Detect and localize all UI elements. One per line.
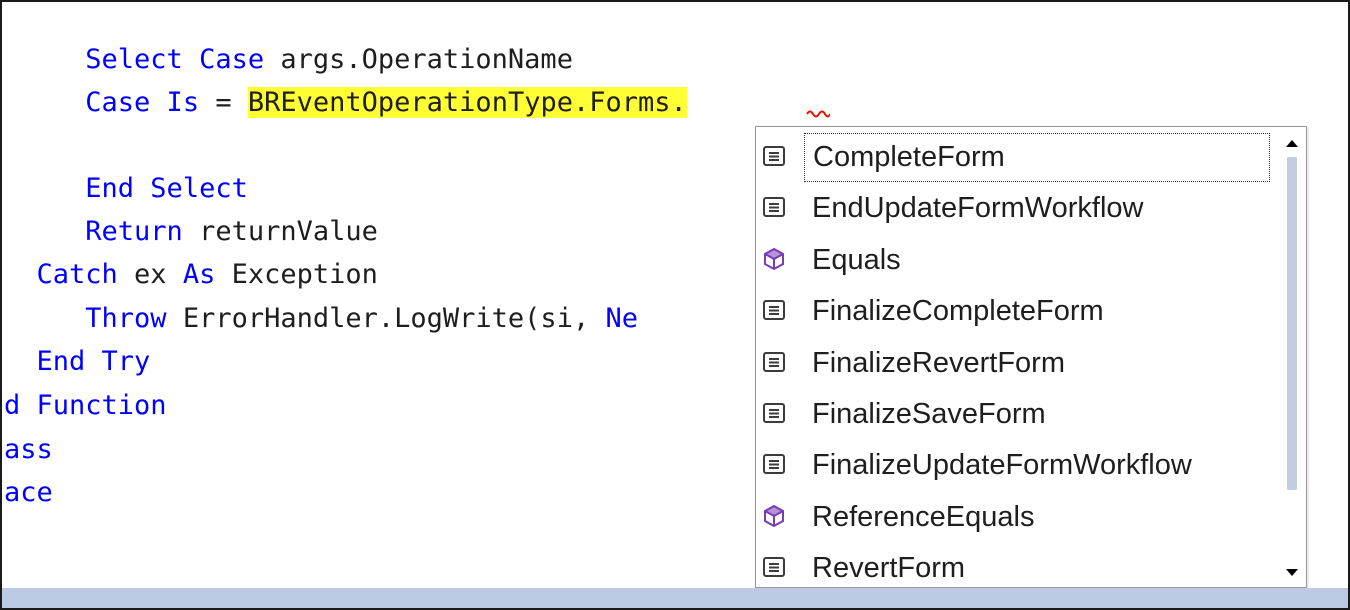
completion-item[interactable]: FinalizeUpdateFormWorkflow (756, 440, 1276, 491)
enum-member-icon (762, 195, 786, 219)
enum-member-icon (762, 401, 786, 425)
completion-item[interactable]: FinalizeSaveForm (756, 389, 1276, 440)
code-line-9[interactable]: d Function (4, 386, 167, 426)
code-token: ex (117, 259, 183, 290)
completion-item-label: CompleteForm (804, 133, 1270, 182)
code-token: returnValue (182, 216, 378, 247)
method-cube-icon (762, 504, 786, 528)
scrollbar-thumb[interactable] (1287, 157, 1297, 490)
enum-member-icon (762, 144, 786, 168)
code-line-11[interactable]: ace (4, 473, 53, 513)
error-squiggle (806, 110, 830, 118)
completion-item[interactable]: EndUpdateFormWorkflow (756, 183, 1276, 234)
code-line-2[interactable]: Case Is = BREventOperationType.Forms. (4, 83, 687, 123)
completion-item[interactable]: FinalizeCompleteForm (756, 286, 1276, 337)
completion-item-label: RevertForm (812, 552, 966, 584)
keyword-token: Select Case (85, 44, 265, 75)
keyword-token: Throw (85, 303, 167, 334)
keyword-token: Catch (36, 259, 118, 290)
code-line-7[interactable]: Throw ErrorHandler.LogWrite(si, Ne (4, 299, 638, 339)
editor-bottom-bar (2, 588, 1348, 608)
completion-item[interactable]: ReferenceEquals (756, 492, 1276, 543)
keyword-token: End Try (36, 346, 151, 377)
method-cube-icon (762, 247, 786, 271)
completion-item-label: ReferenceEquals (812, 501, 1035, 533)
keyword-token: d Function (4, 390, 167, 421)
enum-member-icon (762, 350, 786, 374)
highlighted-token: BREventOperationType.Forms. (247, 87, 687, 118)
keyword-token: Return (85, 216, 183, 247)
completion-item-label: FinalizeRevertForm (812, 347, 1065, 379)
intellisense-completion-list[interactable]: CompleteForm EndUpdateFormWorkflow Equals F… (755, 126, 1307, 588)
enum-member-icon (762, 452, 786, 476)
completion-item-label: FinalizeCompleteForm (812, 295, 1104, 327)
code-token: Exception (215, 259, 378, 290)
keyword-token: End Select (85, 173, 248, 204)
code-token: = (199, 87, 248, 118)
code-line-6[interactable]: Catch ex As Exception (4, 255, 378, 295)
completion-item[interactable]: RevertForm (756, 543, 1276, 588)
code-line-1[interactable]: Select Case args.OperationName (4, 40, 573, 80)
code-line-10[interactable]: ass (4, 430, 53, 470)
enum-member-icon (762, 298, 786, 322)
screenshot-frame: Select Case args.OperationName Case Is =… (0, 0, 1350, 610)
completion-item[interactable]: Equals (756, 235, 1276, 286)
completion-item-label: FinalizeSaveForm (812, 398, 1046, 430)
keyword-token: ace (4, 477, 53, 508)
code-line-4[interactable]: End Select (4, 169, 248, 209)
code-line-5[interactable]: Return returnValue (4, 212, 378, 252)
completion-item[interactable]: FinalizeRevertForm (756, 338, 1276, 389)
completion-item-label: Equals (812, 244, 901, 276)
code-token: args.OperationName (264, 44, 573, 75)
keyword-token: Case Is (85, 87, 200, 118)
scroll-up-arrow-icon[interactable] (1278, 131, 1306, 155)
completion-item[interactable]: CompleteForm (756, 132, 1276, 183)
enum-member-icon (762, 555, 786, 579)
completion-item-label: EndUpdateFormWorkflow (812, 192, 1144, 224)
scroll-down-arrow-icon[interactable] (1278, 561, 1306, 585)
code-token: ErrorHandler.LogWrite(si, (166, 303, 606, 334)
keyword-token: As (182, 259, 216, 290)
code-editor[interactable]: Select Case args.OperationName Case Is =… (2, 2, 1348, 588)
code-line-8[interactable]: End Try (4, 342, 151, 382)
completion-item-label: FinalizeUpdateFormWorkflow (812, 449, 1192, 481)
keyword-token: ass (4, 434, 53, 465)
keyword-token: Ne (605, 303, 638, 334)
completion-scrollbar[interactable] (1278, 127, 1306, 587)
